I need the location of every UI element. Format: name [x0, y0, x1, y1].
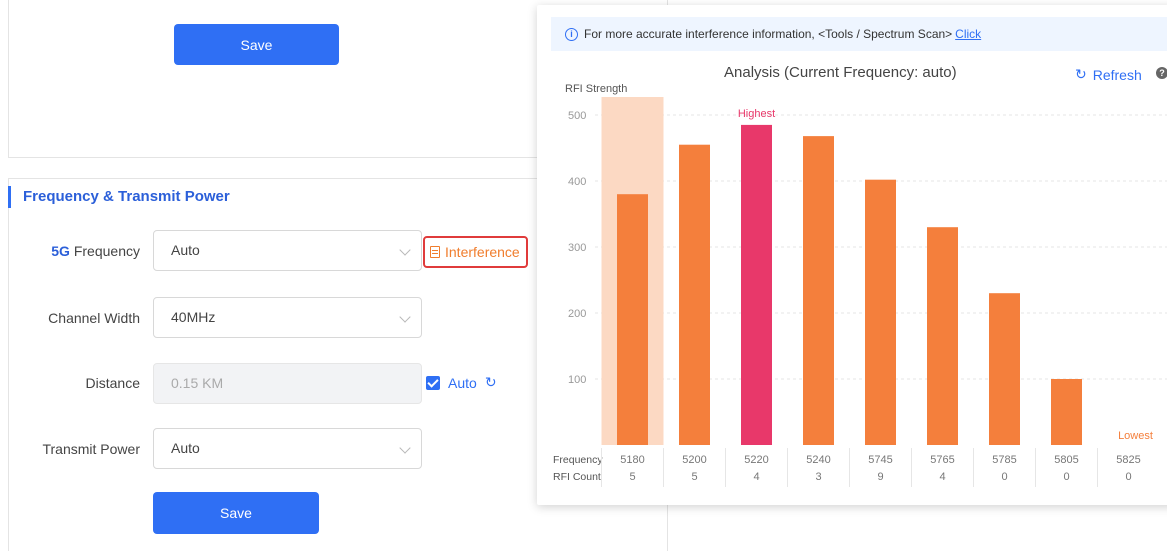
transmit-power-select[interactable]: Auto: [153, 428, 422, 469]
bar-5240: [803, 136, 834, 445]
chevron-down-icon: [399, 442, 411, 454]
rfi-chart: RFI Strength100200300400500 HighestLowest…: [553, 83, 1167, 487]
bar-5180: [617, 194, 648, 445]
transmit-power-label: Transmit Power: [42, 441, 140, 457]
save-button-top[interactable]: Save: [174, 24, 339, 65]
x-tick-label: 5240: [806, 454, 830, 466]
rfi-count-label: 4: [753, 471, 759, 483]
y-tick-label: 500: [568, 110, 586, 122]
channel-width-value: 40MHz: [171, 309, 216, 325]
frequency-label-text: Frequency: [69, 243, 140, 259]
auto-label: Auto: [448, 374, 477, 391]
bar-5765: [927, 227, 958, 445]
transmit-power-value: Auto: [171, 440, 200, 456]
interference-label: Interference: [445, 244, 520, 260]
x-tick-label: 5785: [992, 454, 1016, 466]
interference-button[interactable]: Interference: [423, 236, 528, 268]
bar-5220: [741, 124, 772, 446]
y-tick-label: 100: [568, 374, 586, 386]
lowest-label: Lowest: [1118, 430, 1153, 442]
bar-5745: [865, 179, 896, 445]
highest-label: Highest: [738, 108, 775, 120]
rfi-count-label: 0: [1063, 471, 1069, 483]
x-tick-label: 5765: [930, 454, 954, 466]
document-icon: [430, 246, 440, 258]
x-tick-label: 5745: [868, 454, 892, 466]
checkbox-checked-icon[interactable]: [426, 375, 440, 390]
row-label-frequency: Frequency: [553, 454, 603, 466]
channel-width-select[interactable]: 40MHz: [153, 297, 422, 338]
frequency-select-value: Auto: [171, 242, 200, 258]
row-label-rfi-count: RFI Count: [553, 471, 601, 483]
refresh-icon[interactable]: ↻: [485, 374, 497, 391]
rfi-count-label: 4: [939, 471, 945, 483]
x-tick-label: 5180: [620, 454, 644, 466]
x-tick-label: 5825: [1116, 454, 1140, 466]
rfi-count-label: 5: [691, 471, 697, 483]
chevron-down-icon: [399, 244, 411, 256]
x-tick-label: 5220: [744, 454, 768, 466]
chevron-down-icon: [399, 311, 411, 323]
section-title: Frequency & Transmit Power: [8, 186, 230, 208]
distance-input: 0.15 KM: [153, 363, 422, 404]
y-tick-label: 200: [568, 308, 586, 320]
frequency-label-band: 5G: [51, 243, 70, 259]
rfi-count-label: 0: [1001, 471, 1007, 483]
save-button-bottom[interactable]: Save: [153, 492, 319, 534]
bar-5785: [989, 293, 1020, 445]
distance-auto-checkbox[interactable]: Auto ↻: [426, 374, 497, 391]
y-tick-label: 400: [568, 176, 586, 188]
x-tick-label: 5805: [1054, 454, 1078, 466]
channel-width-label: Channel Width: [48, 310, 140, 326]
rfi-count-label: 9: [877, 471, 883, 483]
y-tick-label: 300: [568, 242, 586, 254]
bar-5805: [1051, 379, 1082, 445]
interference-panel: i For more accurate interference informa…: [537, 5, 1167, 505]
rfi-count-label: 3: [815, 471, 821, 483]
x-tick-label: 5200: [682, 454, 706, 466]
rfi-count-label: 5: [629, 471, 635, 483]
y-axis-label: RFI Strength: [565, 83, 627, 95]
bar-5200: [679, 144, 710, 445]
rfi-count-label: 0: [1125, 471, 1131, 483]
frequency-label: 5G Frequency: [10, 243, 140, 259]
distance-label: Distance: [85, 375, 140, 391]
frequency-select[interactable]: Auto: [153, 230, 422, 271]
